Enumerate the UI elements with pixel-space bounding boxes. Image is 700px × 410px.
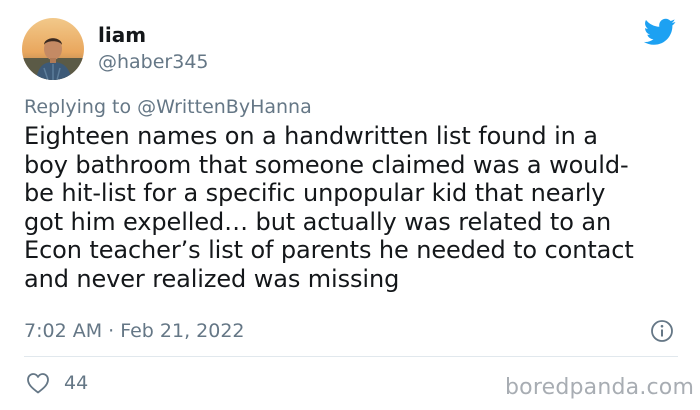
watermark: boredpanda.com: [505, 375, 695, 400]
tweet-body: Eighteen names on a handwritten list fou…: [24, 122, 674, 293]
tweet-body-line: be hit-list for a specific unpopular kid…: [24, 179, 606, 207]
tweet-body-line: Econ teacher’s list of parents he needed…: [24, 236, 634, 264]
info-icon[interactable]: [650, 319, 674, 343]
replying-to: Replying to @WrittenByHanna: [24, 95, 312, 119]
replying-prefix: Replying to: [24, 96, 138, 118]
heart-icon[interactable]: [26, 372, 50, 394]
like-count: 44: [64, 372, 89, 394]
avatar-photo: [22, 18, 84, 80]
display-name[interactable]: liam: [98, 22, 146, 48]
tweet-body-line: got him expelled… but actually was relat…: [24, 207, 612, 236]
tweet-body-line: boy bathroom that someone claimed was a …: [24, 150, 629, 179]
divider: [24, 356, 678, 357]
tweet-body-line: and never realized was missing: [24, 264, 400, 293]
timestamp[interactable]: 7:02 AM · Feb 21, 2022: [24, 319, 245, 343]
avatar[interactable]: [22, 18, 84, 80]
user-handle[interactable]: @haber345: [98, 50, 209, 74]
tweet-card: liam @haber345 Replying to @WrittenByHan…: [0, 0, 700, 410]
twitter-bird-icon[interactable]: [643, 18, 676, 46]
mention-link[interactable]: @WrittenByHanna: [137, 96, 312, 118]
tweet-body-line: Eighteen names on a handwritten list fou…: [24, 122, 598, 150]
